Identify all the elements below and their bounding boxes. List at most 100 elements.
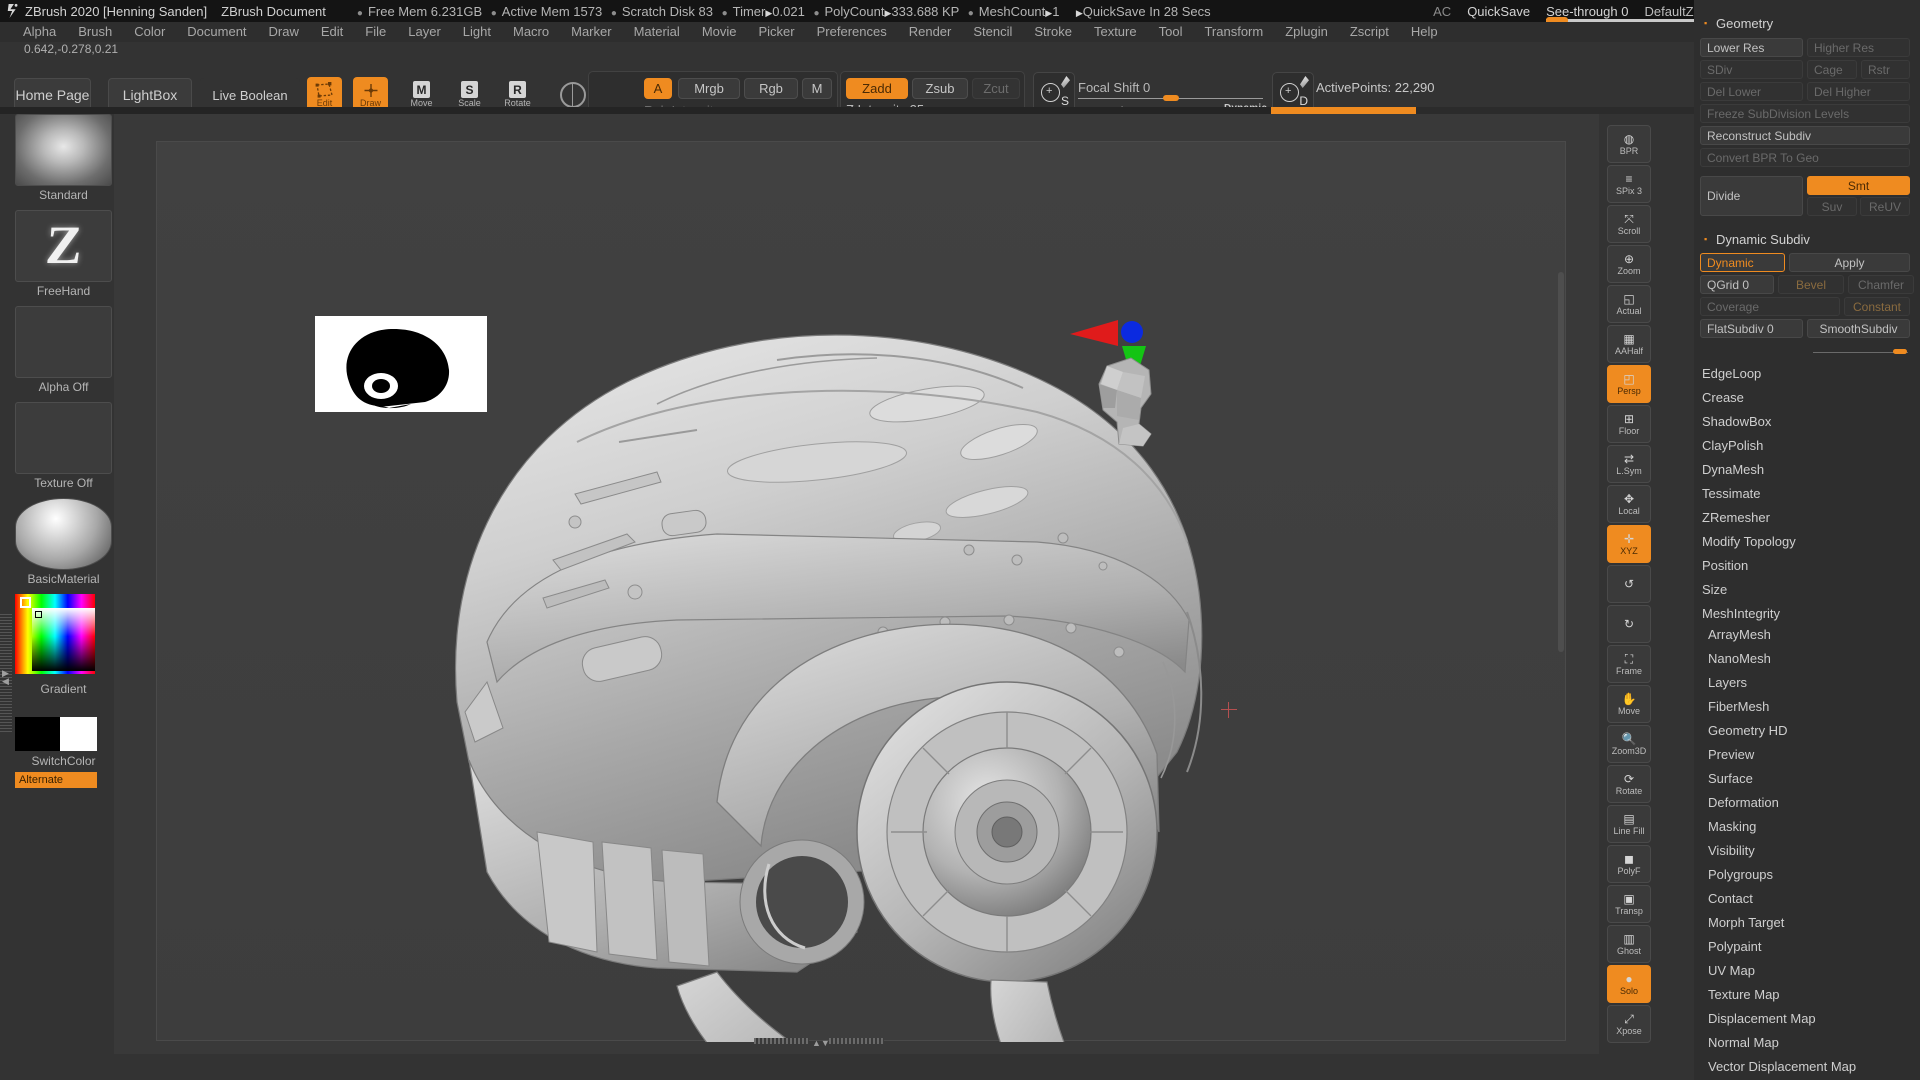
suv-button[interactable]: Suv <box>1807 197 1857 216</box>
rail-button-icon-12[interactable]: ↻ <box>1607 605 1651 643</box>
tool-menu-layers[interactable]: Layers <box>1708 675 1920 690</box>
menu-item-stencil[interactable]: Stencil <box>962 22 1023 42</box>
constant-button[interactable]: Constant <box>1844 297 1910 316</box>
m-button[interactable]: M <box>802 78 832 99</box>
rail-button-xyz[interactable]: ✛ XYZ <box>1607 525 1651 563</box>
mrgb-button[interactable]: Mrgb <box>678 78 740 99</box>
smoothsubdiv-knob[interactable] <box>1893 349 1907 354</box>
texture-thumbnail[interactable] <box>15 402 112 474</box>
menu-item-brush[interactable]: Brush <box>67 22 123 42</box>
qgrid-slider[interactable]: QGrid 0 <box>1700 275 1774 294</box>
canvas-scroll-arrows[interactable]: ▲▼ <box>812 1038 830 1048</box>
sdiv-slider[interactable]: SDiv <box>1700 60 1803 79</box>
menu-item-edit[interactable]: Edit <box>310 22 354 42</box>
canvas-vertical-scrollbar[interactable] <box>1557 272 1564 652</box>
dynamic-button[interactable]: Dynamic <box>1700 253 1785 272</box>
tool-menu-contact[interactable]: Contact <box>1708 891 1920 906</box>
rail-button-bpr[interactable]: ◍ BPR <box>1607 125 1651 163</box>
tool-menu-nanomesh[interactable]: NanoMesh <box>1708 651 1920 666</box>
flatsubdiv-slider[interactable]: FlatSubdiv 0 <box>1700 319 1803 338</box>
menu-item-picker[interactable]: Picker <box>748 22 806 42</box>
geometry-section-shadowbox[interactable]: ShadowBox <box>1702 414 1914 429</box>
menu-item-render[interactable]: Render <box>898 22 963 42</box>
brush-thumbnail[interactable] <box>15 114 112 186</box>
alpha-selector[interactable]: Alpha Off <box>15 306 112 394</box>
geometry-section-tessimate[interactable]: Tessimate <box>1702 486 1914 501</box>
smoothsubdiv-slider[interactable]: SmoothSubdiv <box>1807 319 1910 338</box>
geometry-section-size[interactable]: Size <box>1702 582 1914 597</box>
sculpt-model-helmet[interactable] <box>157 142 1567 1080</box>
geometry-section-position[interactable]: Position <box>1702 558 1914 573</box>
convert-bpr-button[interactable]: Convert BPR To Geo <box>1700 148 1910 167</box>
rail-button-spix-3[interactable]: ≡ SPix 3 <box>1607 165 1651 203</box>
tool-menu-morph-target[interactable]: Morph Target <box>1708 915 1920 930</box>
rgb-button[interactable]: Rgb <box>744 78 798 99</box>
canvas-area[interactable]: ▲▼ <box>114 114 1599 1080</box>
secondary-color-swatch[interactable] <box>60 717 97 751</box>
chamfer-button[interactable]: Chamfer <box>1848 275 1914 294</box>
draw-size-preview[interactable]: D <box>1272 72 1314 112</box>
geometry-section-edgeloop[interactable]: EdgeLoop <box>1702 366 1914 381</box>
rail-button-solo[interactable]: ● Solo <box>1607 965 1651 1003</box>
bevel-button[interactable]: Bevel <box>1778 275 1844 294</box>
rail-button-frame[interactable]: ⛶ Frame <box>1607 645 1651 683</box>
rail-button-local[interactable]: ✥ Local <box>1607 485 1651 523</box>
freeze-subdivision-button[interactable]: Freeze SubDivision Levels <box>1700 104 1910 123</box>
menu-item-texture[interactable]: Texture <box>1083 22 1148 42</box>
rail-button-xpose[interactable]: ⤢ Xpose <box>1607 1005 1651 1043</box>
menu-item-tool[interactable]: Tool <box>1148 22 1194 42</box>
rstr-button[interactable]: Rstr <box>1861 60 1910 79</box>
material-thumbnail[interactable] <box>15 498 112 570</box>
menu-item-help[interactable]: Help <box>1400 22 1449 42</box>
left-palette-arrows[interactable]: ▶ ◀ <box>2 669 9 686</box>
rail-button-move[interactable]: ✋ Move <box>1607 685 1651 723</box>
focal-shift-knob[interactable] <box>1163 95 1179 101</box>
geometry-section-meshintegrity[interactable]: MeshIntegrity <box>1702 606 1914 621</box>
geometry-section-crease[interactable]: Crease <box>1702 390 1914 405</box>
ac-button[interactable]: AC <box>1433 4 1451 19</box>
tool-menu-preview[interactable]: Preview <box>1708 747 1920 762</box>
del-higher-button[interactable]: Del Higher <box>1807 82 1910 101</box>
tool-menu-polygroups[interactable]: Polygroups <box>1708 867 1920 882</box>
tool-menu-normal-map[interactable]: Normal Map <box>1708 1035 1920 1050</box>
zcut-button[interactable]: Zcut <box>972 78 1020 99</box>
cage-button[interactable]: Cage <box>1807 60 1857 79</box>
coverage-slider[interactable]: Coverage <box>1700 297 1840 316</box>
rail-button-actual[interactable]: ◱ Actual <box>1607 285 1651 323</box>
rail-button-transp[interactable]: ▣ Transp <box>1607 885 1651 923</box>
tool-menu-masking[interactable]: Masking <box>1708 819 1920 834</box>
rail-button-polyf[interactable]: ◼ PolyF <box>1607 845 1651 883</box>
menu-item-marker[interactable]: Marker <box>560 22 622 42</box>
stroke-thumbnail[interactable] <box>15 210 112 282</box>
menu-item-layer[interactable]: Layer <box>397 22 452 42</box>
rail-button-icon-11[interactable]: ↺ <box>1607 565 1651 603</box>
geometry-section-dynamesh[interactable]: DynaMesh <box>1702 462 1914 477</box>
tool-menu-geometry-hd[interactable]: Geometry HD <box>1708 723 1920 738</box>
tool-menu-uv-map[interactable]: UV Map <box>1708 963 1920 978</box>
tool-menu-polypaint[interactable]: Polypaint <box>1708 939 1920 954</box>
document-canvas[interactable] <box>156 141 1567 1080</box>
rail-button-zoom[interactable]: ⊕ Zoom <box>1607 245 1651 283</box>
geometry-section-modify-topology[interactable]: Modify Topology <box>1702 534 1914 549</box>
tool-menu-displacement-map[interactable]: Displacement Map <box>1708 1011 1920 1026</box>
reuv-button[interactable]: ReUV <box>1860 197 1910 216</box>
rail-button-ghost[interactable]: ▥ Ghost <box>1607 925 1651 963</box>
rail-button-floor[interactable]: ⊞ Floor <box>1607 405 1651 443</box>
menu-item-alpha[interactable]: Alpha <box>12 22 67 42</box>
lower-res-button[interactable]: Lower Res <box>1700 38 1803 57</box>
menu-item-transform[interactable]: Transform <box>1193 22 1274 42</box>
menu-item-zplugin[interactable]: Zplugin <box>1274 22 1339 42</box>
brush-selector[interactable]: Standard <box>15 114 112 202</box>
rail-button-scroll[interactable]: ⤧ Scroll <box>1607 205 1651 243</box>
a-button[interactable]: A <box>644 78 672 99</box>
tool-menu-vector-displacement-map[interactable]: Vector Displacement Map <box>1708 1059 1920 1074</box>
dynamic-subdiv-header[interactable]: Dynamic Subdiv <box>1700 232 1914 247</box>
rail-button-aahalf[interactable]: ▦ AAHalf <box>1607 325 1651 363</box>
tool-menu-texture-map[interactable]: Texture Map <box>1708 987 1920 1002</box>
menu-item-file[interactable]: File <box>354 22 397 42</box>
smt-button[interactable]: Smt <box>1807 176 1910 195</box>
focal-shift-preview[interactable]: S <box>1033 72 1075 112</box>
menu-item-stroke[interactable]: Stroke <box>1023 22 1083 42</box>
geometry-section-zremesher[interactable]: ZRemesher <box>1702 510 1914 525</box>
menu-item-draw[interactable]: Draw <box>258 22 310 42</box>
